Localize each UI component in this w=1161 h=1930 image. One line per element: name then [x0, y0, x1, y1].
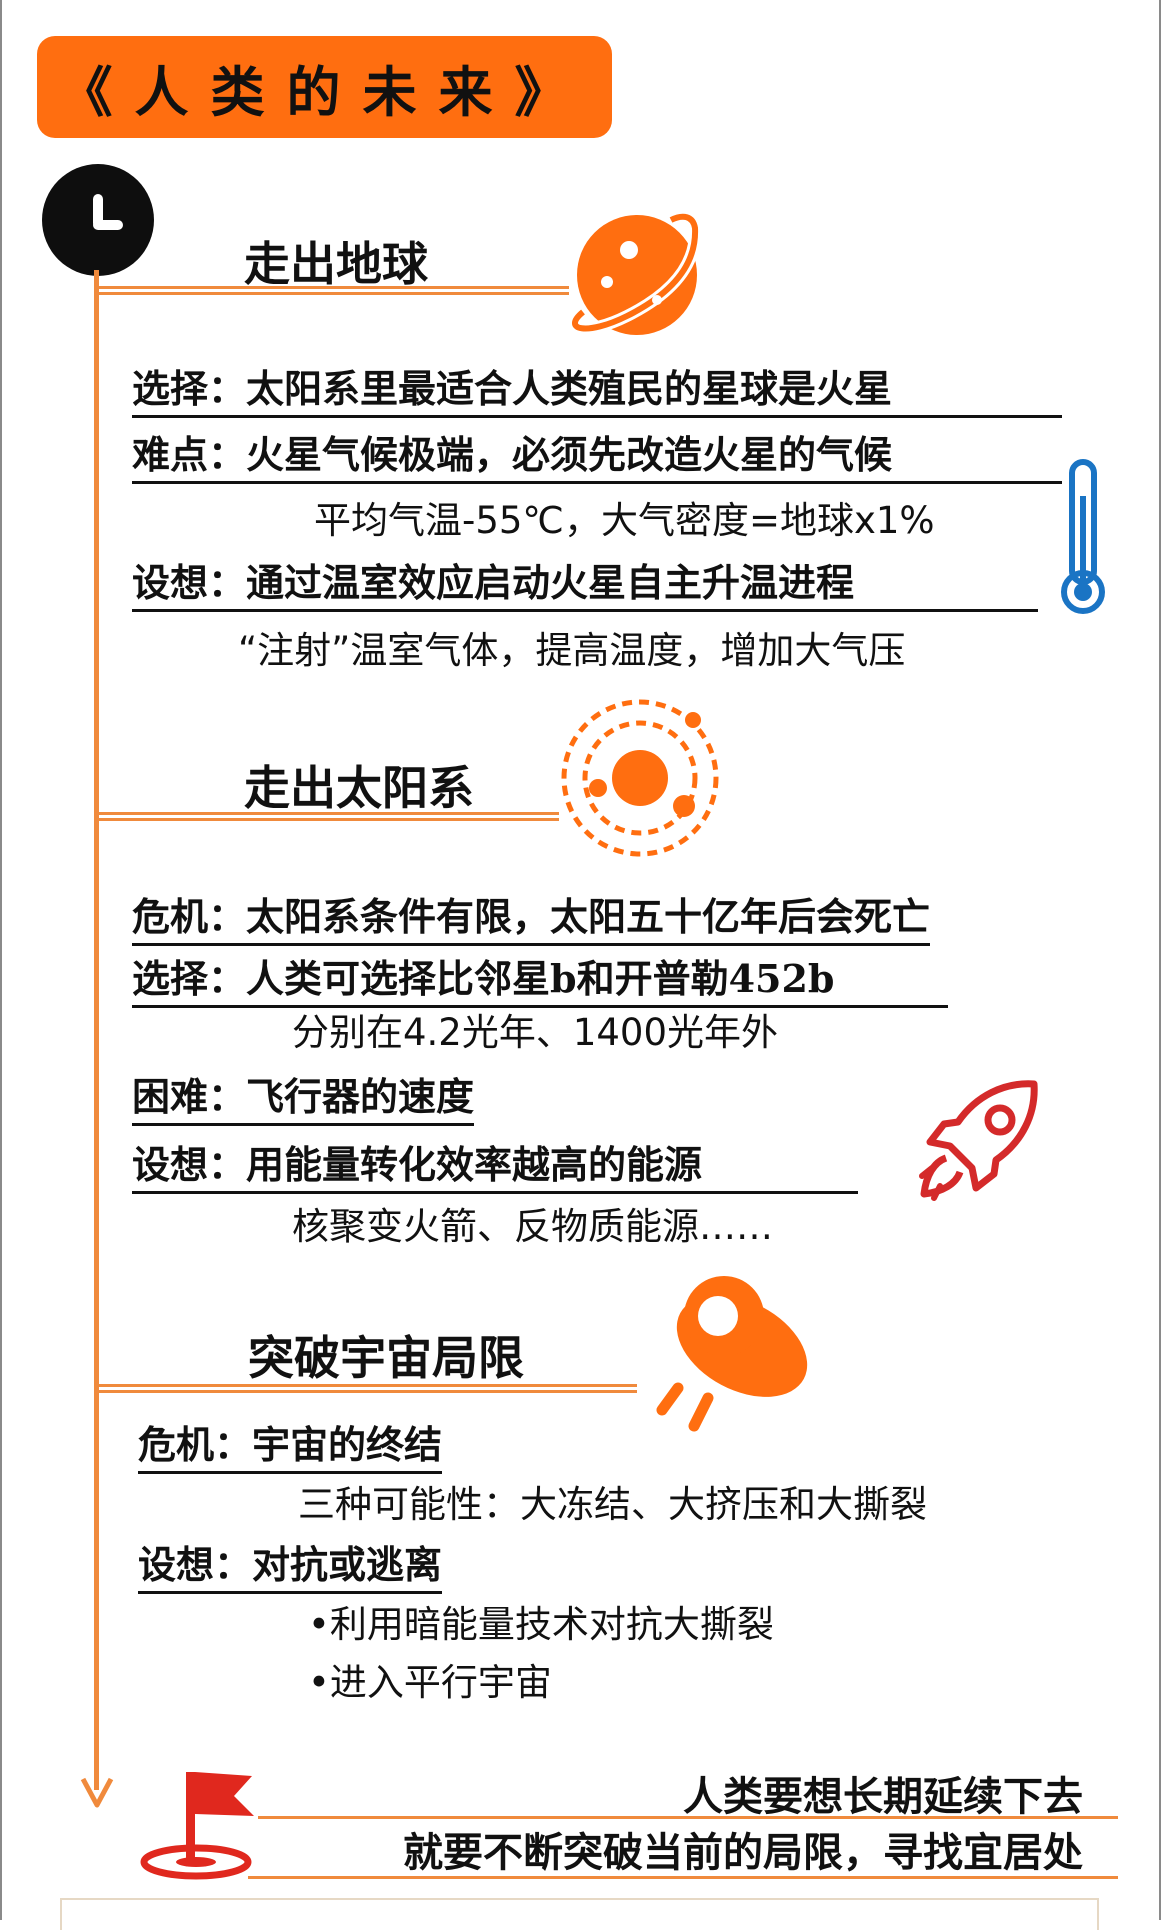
- text-line: 难点：火星气候极端，必须先改造火星的气候: [132, 424, 1062, 484]
- planet-icon: [569, 210, 702, 335]
- text-line: “注射”温室气体，提高温度，增加大气压: [238, 629, 906, 672]
- section-divider: [99, 286, 569, 295]
- text-line: 困难：飞行器的速度: [132, 1066, 475, 1126]
- thermometer-icon: [1061, 459, 1105, 614]
- text-line: 三种可能性：大冻结、大挤压和大撕裂: [298, 1483, 927, 1526]
- text-line: 危机：太阳系条件有限，太阳五十亿年后会死亡: [132, 886, 931, 946]
- text-line: 设想：对抗或逃离: [138, 1534, 443, 1594]
- text-line: 选择：人类可选择比邻星b和开普勒452b: [132, 948, 948, 1008]
- text-line: 选择：太阳系里最适合人类殖民的星球是火星: [132, 358, 1062, 418]
- text-line: 平均气温-55℃，大气密度=地球x1%: [314, 499, 935, 542]
- section-divider: [99, 1384, 637, 1393]
- conclusion-divider: [258, 1816, 1118, 1819]
- ufo-icon: [656, 1276, 808, 1432]
- text-line: 危机：宇宙的终结: [138, 1414, 443, 1474]
- rocket-icon: [919, 1080, 1038, 1201]
- text-line: 设想：用能量转化效率越高的能源: [132, 1134, 858, 1194]
- solar-system-icon: [561, 699, 719, 857]
- section-heading-leave-solar-system: 走出太阳系: [244, 761, 474, 815]
- text-line: 分别在4.2光年、1400光年外: [292, 1011, 779, 1054]
- bottom-frame: [60, 1898, 1099, 1930]
- page-title: 《人类的未来》: [58, 59, 591, 124]
- list-item: •进入平行宇宙: [308, 1661, 552, 1704]
- text-line: 核聚变火箭、反物质能源……: [292, 1205, 773, 1248]
- flag-icon: [140, 1772, 254, 1880]
- text-line: 设想：通过温室效应启动火星自主升温进程: [132, 552, 1038, 612]
- timeline-arrow-icon: [80, 1777, 114, 1808]
- list-item: •利用暗能量技术对抗大撕裂: [308, 1603, 774, 1646]
- section-heading-break-universe-limits: 突破宇宙局限: [248, 1331, 524, 1385]
- timeline-line: [94, 270, 99, 1790]
- infographic-page: 《人类的未来》 走出地球 选择：太阳系里最适合人类殖民的星球是火星 难点：火星气…: [0, 0, 1161, 1930]
- conclusion-divider: [248, 1876, 1118, 1879]
- section-heading-leave-earth: 走出地球: [244, 237, 428, 291]
- conclusion-line-1: 人类要想长期延续下去: [683, 1773, 1083, 1820]
- section-divider: [99, 812, 559, 821]
- conclusion-line-2: 就要不断突破当前的局限，寻找宜居处: [403, 1829, 1083, 1876]
- clock-icon: [42, 164, 154, 276]
- title-banner: 《人类的未来》: [37, 36, 612, 138]
